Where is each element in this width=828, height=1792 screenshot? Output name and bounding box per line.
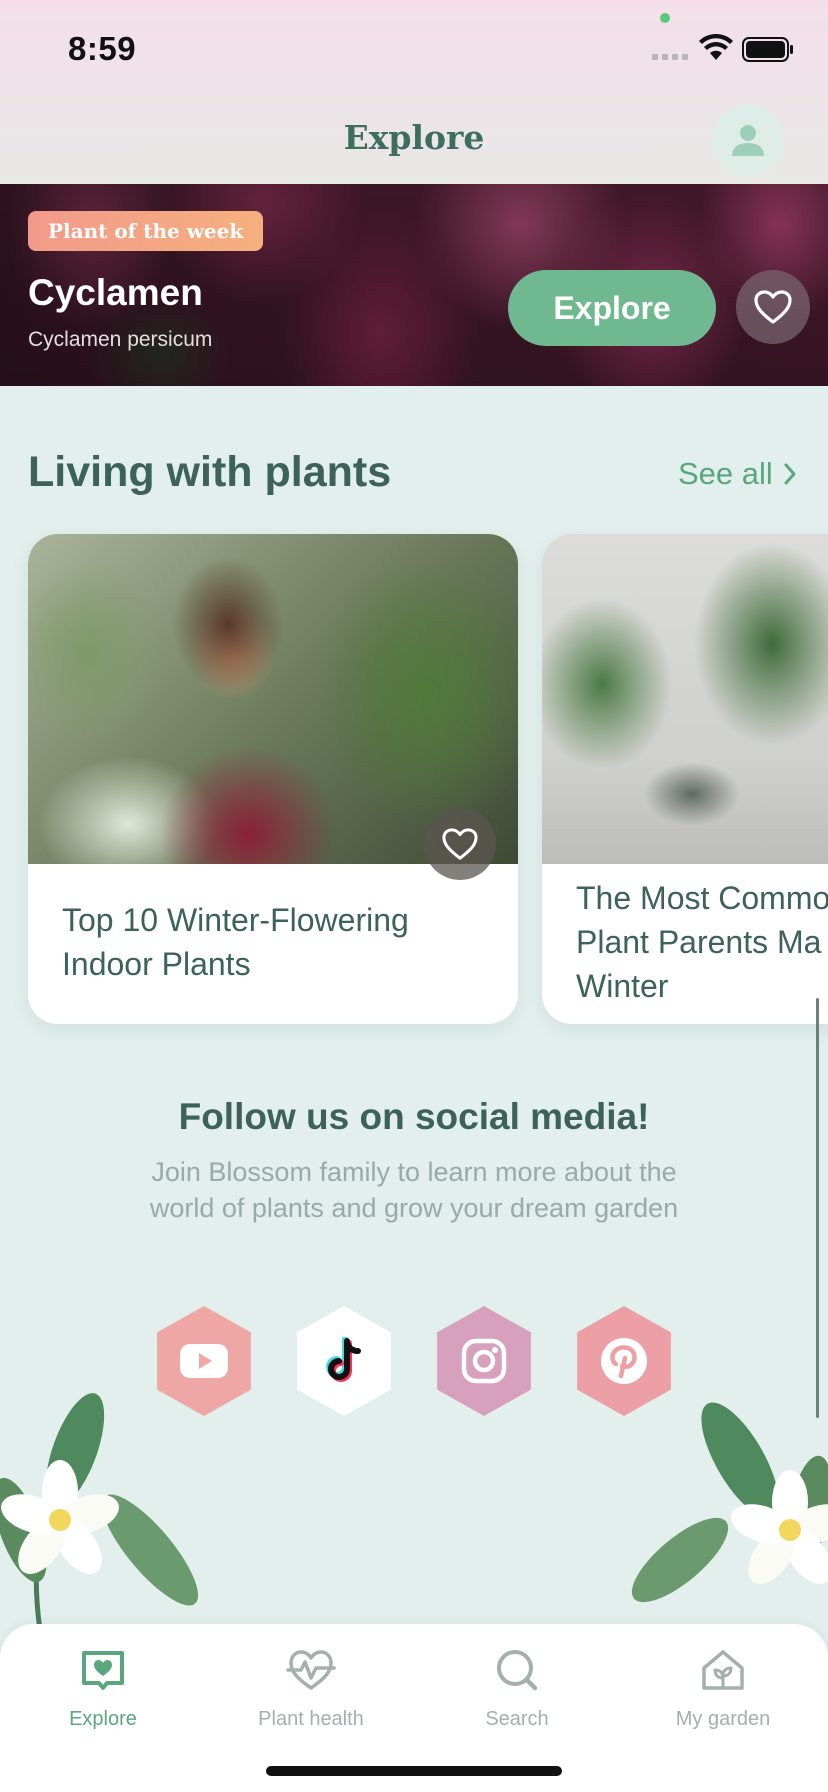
top-header: 8:59 Explore [0,0,828,184]
home-indicator[interactable] [266,1766,562,1776]
plant-name: Cyclamen [28,272,203,313]
plant-of-week-badge: Plant of the week [28,211,264,251]
social-description: Join Blossom family to learn more about … [149,1157,679,1223]
search-icon [497,1650,538,1691]
article-title: Top 10 Winter-Flowering Indoor Plants [62,902,409,982]
scrollbar[interactable] [816,998,819,1418]
article-title: The Most Commo Plant Parents Ma Winter [576,880,828,1004]
article-card[interactable]: The Most Commo Plant Parents Ma Winter [542,534,828,1024]
social-title: Follow us on social media! [178,1096,650,1137]
tab-label: Plant health [258,1708,364,1730]
camera-indicator-icon [660,13,670,23]
instagram-icon [461,1338,507,1384]
see-all-link[interactable]: See all [678,456,797,492]
page-title: Explore [343,118,485,157]
pinterest-icon [601,1338,647,1384]
profile-avatar-button[interactable] [712,104,784,176]
section-title: Living with plants [28,448,392,496]
wifi-icon [699,34,733,60]
heart-icon [754,290,792,324]
tab-search[interactable]: Search [422,1642,612,1731]
decorative-flowers [0,1393,828,1630]
cellular-signal-icon [652,54,688,60]
tab-plant-health[interactable]: Plant health [216,1642,406,1731]
status-time: 8:59 [68,30,137,67]
tab-label: Explore [69,1708,137,1730]
tab-explore[interactable]: Explore [8,1642,198,1731]
tab-label: My garden [675,1708,771,1730]
favorite-article-button[interactable] [424,808,496,880]
plant-of-the-week-banner[interactable]: Plant of the week Cyclamen Cyclamen pers… [0,184,828,386]
tab-my-garden[interactable]: My garden [628,1642,818,1731]
see-all-label: See all [678,456,773,491]
home-leaf-icon [702,1650,744,1690]
favorite-plant-button[interactable] [736,270,810,344]
heart-pulse-icon [286,1650,336,1690]
article-photo [542,534,828,864]
explore-plant-button[interactable]: Explore [508,270,716,346]
battery-icon [742,37,793,62]
user-icon [732,125,764,156]
chevron-right-icon [784,463,796,485]
tiktok-icon [326,1337,361,1382]
tab-label: Search [485,1708,549,1730]
youtube-icon [180,1344,228,1378]
article-card[interactable]: Top 10 Winter-Flowering Indoor Plants [28,534,518,1024]
book-heart-icon [82,1651,124,1690]
plant-latin-name: Cyclamen persicum [28,328,213,351]
heart-icon [442,828,478,860]
